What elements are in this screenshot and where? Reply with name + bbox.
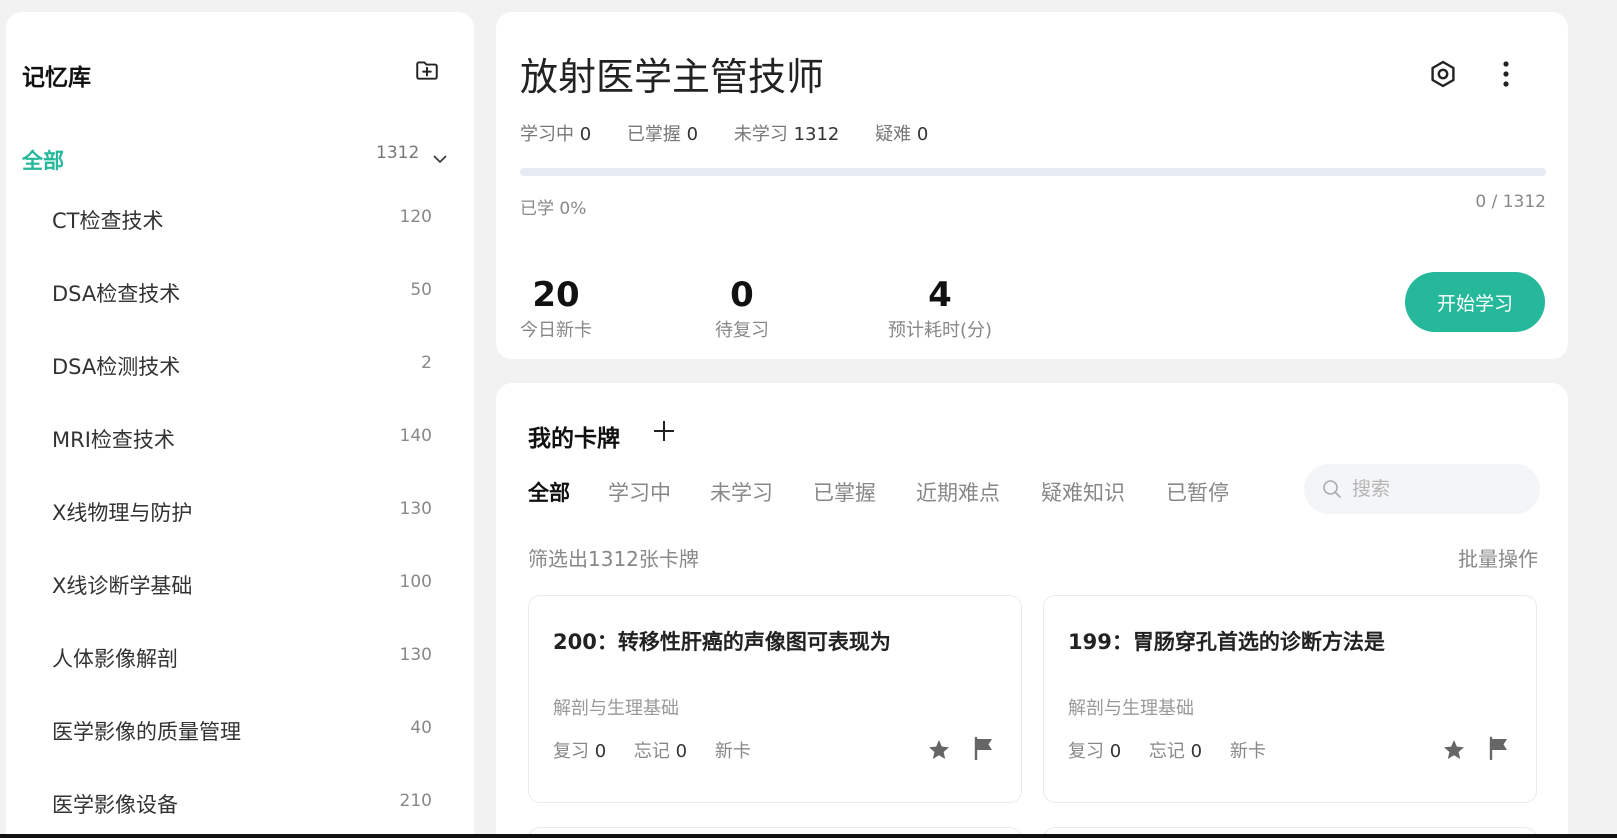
app-window: 记忆库 全部 1312 CT检查技术 120 DSA检查技术 50 DSA检测技… (0, 0, 1617, 838)
cards-title: 我的卡牌 (528, 426, 620, 452)
stat-learning: 学习中 0 (520, 124, 592, 145)
sidebar-item-label: DSA检查技术 (52, 282, 181, 306)
folder-add-icon[interactable] (414, 57, 440, 83)
sidebar-item[interactable]: 医学影像的质量管理 40 (52, 716, 432, 756)
metric-estimated-time: 4 预计耗时(分) (870, 276, 1010, 342)
sidebar-item[interactable]: 人体影像解剖 130 (52, 643, 432, 683)
stat-difficult: 疑难 0 (875, 124, 929, 145)
sidebar-item-count: 50 (410, 280, 432, 300)
sidebar-item-count: 120 (399, 207, 432, 227)
sidebar-item[interactable]: 医学影像设备 210 (52, 789, 432, 829)
sidebar-item-all[interactable]: 全部 (22, 145, 64, 175)
card-item[interactable]: 199：胃肠穿孔首选的诊断方法是 解剖与生理基础 复习 0 忘记 0 新卡 (1043, 595, 1537, 803)
card-status: 新卡 (714, 741, 751, 762)
stat-unlearned: 未学习 1312 (733, 124, 840, 145)
tab-unlearned[interactable]: 未学习 (710, 477, 773, 507)
metric-label: 预计耗时(分) (887, 320, 993, 341)
metric-new-cards: 20 今日新卡 (510, 276, 602, 342)
sidebar-item-label: 医学影像设备 (52, 793, 178, 817)
deck-stats: 学习中 0 已掌握 0 未学习 1312 疑难 0 (520, 120, 958, 146)
sidebar-item-label: MRI检查技术 (52, 428, 175, 452)
sidebar-item[interactable]: DSA检测技术 2 (52, 351, 432, 391)
search-box[interactable] (1304, 464, 1540, 514)
metric-label: 待复习 (715, 320, 769, 341)
sidebar-item[interactable]: CT检查技术 120 (52, 205, 432, 245)
card-question: 200：转移性肝癌的声像图可表现为 (553, 630, 891, 654)
flag-icon[interactable] (973, 736, 995, 760)
sidebar-item[interactable]: MRI检查技术 140 (52, 424, 432, 464)
card-review-count: 复习 0 (553, 741, 607, 762)
metric-to-review: 0 待复习 (696, 276, 788, 342)
progress-count-label: 0 / 1312 (1475, 192, 1546, 212)
deck-overview-panel: 放射医学主管技师 学习中 0 已掌握 0 未学习 1312 疑难 0 已学 0%… (496, 12, 1568, 359)
card-review-count: 复习 0 (1068, 741, 1122, 762)
tab-learning[interactable]: 学习中 (608, 477, 671, 507)
sidebar-title: 记忆库 (22, 65, 91, 91)
window-bottom-edge (0, 834, 1617, 838)
flag-icon[interactable] (1488, 736, 1510, 760)
sidebar-item-count: 140 (399, 426, 432, 446)
sidebar-item-label: X线诊断学基础 (52, 574, 193, 598)
more-vertical-icon[interactable] (1500, 58, 1512, 90)
metric-label: 今日新卡 (520, 320, 592, 341)
sidebar-item[interactable]: X线诊断学基础 100 (52, 570, 432, 610)
metric-value: 0 (730, 275, 754, 315)
tab-paused[interactable]: 已暂停 (1166, 477, 1229, 507)
search-input[interactable] (1352, 474, 1522, 504)
card-meta: 复习 0 忘记 0 新卡 (553, 737, 773, 763)
metric-value: 20 (532, 275, 580, 315)
tab-mastered[interactable]: 已掌握 (813, 477, 876, 507)
progress-bar (520, 168, 1546, 176)
metric-value: 4 (928, 275, 952, 315)
progress-percent-label: 已学 0% (520, 199, 587, 219)
card-meta: 复习 0 忘记 0 新卡 (1068, 737, 1288, 763)
filter-result-text: 筛选出1312张卡牌 (528, 547, 699, 571)
sidebar-item-label: 人体影像解剖 (52, 647, 178, 671)
sidebar-item-label: CT检查技术 (52, 209, 164, 233)
card-category: 解剖与生理基础 (553, 698, 679, 719)
sidebar-item[interactable]: X线物理与防护 130 (52, 497, 432, 537)
sidebar: 记忆库 全部 1312 CT检查技术 120 DSA检查技术 50 DSA检测技… (6, 12, 474, 838)
plus-icon[interactable] (652, 419, 676, 443)
card-status: 新卡 (1229, 741, 1266, 762)
star-icon[interactable] (1442, 738, 1466, 762)
sidebar-item-count: 130 (399, 499, 432, 519)
my-cards-panel: 我的卡牌 全部 学习中 未学习 已掌握 近期难点 疑难知识 已暂停 筛选出131… (496, 383, 1568, 838)
sidebar-item-label: 医学影像的质量管理 (52, 720, 241, 744)
start-learning-button[interactable]: 开始学习 (1405, 272, 1545, 332)
sidebar-item-count: 210 (399, 791, 432, 811)
sidebar-item-label: DSA检测技术 (52, 355, 181, 379)
star-icon[interactable] (927, 738, 951, 762)
deck-title: 放射医学主管技师 (520, 55, 825, 99)
chevron-down-icon[interactable] (431, 150, 449, 168)
sidebar-item-count: 130 (399, 645, 432, 665)
card-forget-count: 忘记 0 (633, 741, 688, 762)
stat-mastered: 已掌握 0 (626, 124, 699, 145)
sidebar-item-count: 40 (410, 718, 432, 738)
sidebar-item[interactable]: DSA检查技术 50 (52, 278, 432, 318)
sidebar-item-label: X线物理与防护 (52, 501, 193, 525)
card-question: 199：胃肠穿孔首选的诊断方法是 (1068, 630, 1385, 654)
sidebar-all-count: 1312 (376, 143, 420, 163)
card-forget-count: 忘记 0 (1148, 741, 1203, 762)
search-icon (1323, 480, 1341, 498)
batch-operation-button[interactable]: 批量操作 (1458, 543, 1538, 572)
sidebar-item-count: 2 (421, 353, 432, 373)
tab-hard-knowledge[interactable]: 疑难知识 (1041, 477, 1125, 507)
tab-all[interactable]: 全部 (528, 477, 570, 507)
target-icon[interactable] (1429, 60, 1457, 88)
card-item[interactable]: 200：转移性肝癌的声像图可表现为 解剖与生理基础 复习 0 忘记 0 新卡 (528, 595, 1022, 803)
tab-recent-difficult[interactable]: 近期难点 (916, 477, 1000, 507)
sidebar-item-count: 100 (399, 572, 432, 592)
card-category: 解剖与生理基础 (1068, 698, 1194, 719)
